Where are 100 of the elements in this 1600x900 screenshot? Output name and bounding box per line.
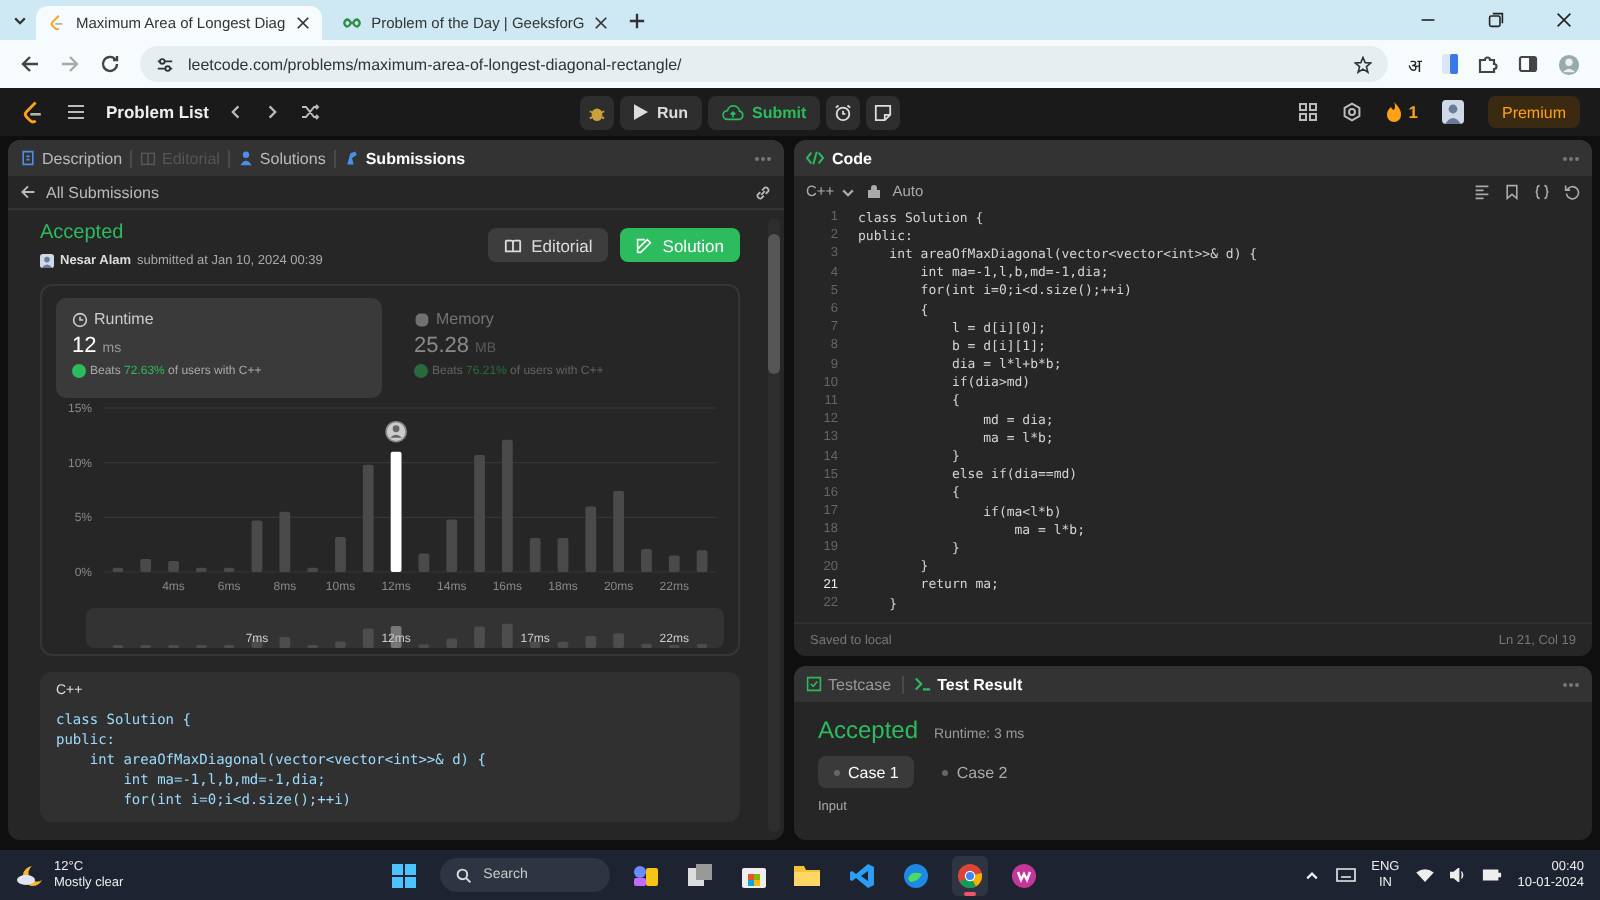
bar (112, 567, 124, 572)
notes-button[interactable] (866, 95, 901, 129)
avatar-icon (385, 420, 407, 443)
shuffle-icon[interactable] (300, 102, 321, 122)
console-tab[interactable]: Testcase (806, 675, 892, 693)
cloud-upload-icon (722, 103, 745, 121)
bar (613, 491, 625, 572)
panel-tab[interactable]: Submissions (343, 149, 466, 167)
tab-icon (343, 150, 360, 166)
alarm-clock-icon (834, 103, 853, 121)
problem-list-link[interactable]: Problem List (106, 102, 209, 122)
link-icon[interactable] (754, 183, 772, 201)
book-icon (503, 237, 522, 253)
bar (223, 567, 235, 572)
play-icon (634, 104, 649, 120)
author-avatar-icon (40, 254, 54, 268)
panel-tab[interactable]: Description (20, 149, 123, 167)
bar (641, 549, 652, 572)
case-tab[interactable]: Case 2 (926, 756, 1024, 788)
stat-value: 12 (72, 334, 97, 358)
shopping-bag-icon[interactable] (741, 863, 766, 887)
status-text: Accepted (40, 222, 126, 244)
bar (362, 464, 374, 572)
sidebar-icon[interactable] (1518, 54, 1538, 74)
braces-icon[interactable] (1534, 183, 1550, 199)
back-arrow-icon[interactable] (20, 184, 36, 200)
bookmark-icon[interactable] (1504, 183, 1520, 199)
close-icon[interactable] (295, 16, 310, 30)
run-button[interactable]: Run (620, 95, 703, 129)
reset-icon[interactable] (1564, 183, 1580, 199)
panel-title: Code (832, 149, 872, 167)
bar (168, 561, 179, 572)
next-icon[interactable] (264, 104, 281, 120)
widgets-icon[interactable] (629, 861, 662, 889)
streak-count: 1 (1408, 102, 1418, 122)
console-tab[interactable]: Test Result (913, 675, 1023, 693)
timer-button[interactable] (826, 95, 861, 129)
back-icon[interactable] (20, 54, 40, 74)
speaker-icon[interactable] (1449, 868, 1466, 882)
code-editor-icon[interactable] (849, 863, 874, 887)
all-submissions-link[interactable]: All Submissions (46, 183, 159, 201)
search-icon (455, 867, 472, 883)
stat-value: 25.28 (414, 334, 470, 358)
star-icon[interactable] (1354, 55, 1372, 73)
more-icon[interactable] (754, 155, 772, 161)
lock-icon (868, 184, 881, 198)
submit-button[interactable]: Submit (708, 95, 821, 129)
puzzle-icon[interactable] (1478, 54, 1498, 74)
app-logo-icon[interactable] (1011, 863, 1036, 887)
document-icon[interactable] (1442, 54, 1458, 74)
settings-icon[interactable] (1342, 102, 1363, 122)
reload-icon[interactable] (100, 54, 120, 74)
bar (251, 520, 263, 572)
close-icon[interactable] (594, 16, 609, 30)
stat-title: Runtime (94, 310, 154, 328)
keyboard-icon[interactable] (1335, 868, 1356, 882)
new-tab-icon[interactable] (628, 11, 647, 29)
chevron-up-icon[interactable] (1303, 867, 1320, 883)
bar (418, 553, 430, 572)
premium-button[interactable]: Premium (1487, 96, 1580, 128)
browser-wave-icon[interactable] (903, 863, 928, 887)
site-settings-icon[interactable] (156, 55, 174, 73)
scrollbar[interactable] (768, 218, 780, 832)
tab-icon (140, 150, 157, 166)
url-text: leetcode.com/problems/maximum-area-of-longest-diagonal-rectangle/ (188, 55, 684, 73)
user-avatar-icon[interactable] (1441, 100, 1464, 124)
tab-icon (237, 150, 254, 166)
case-tab[interactable]: Case 1 (818, 756, 915, 788)
list-icon (66, 102, 86, 122)
tab-search-icon[interactable] (12, 12, 28, 28)
tab-icon (20, 150, 36, 166)
address-bar[interactable]: leetcode.com/problems/maximum-area-of-longest-diagonal-rectangle/ (140, 46, 1388, 82)
more-icon[interactable] (1562, 681, 1580, 687)
highlighted-bar (390, 451, 402, 572)
leetcode-logo-icon (20, 99, 46, 125)
format-icon[interactable] (1474, 183, 1490, 199)
windows-logo-icon (391, 863, 416, 887)
editorial-button[interactable]: Editorial (487, 228, 609, 262)
translate-extension[interactable]: अ (1408, 51, 1422, 77)
previous-icon[interactable] (228, 104, 245, 120)
terminal-icon (913, 676, 932, 692)
panel-tab[interactable]: Solutions (237, 149, 326, 167)
folder-icon[interactable] (794, 864, 821, 886)
bar (501, 439, 513, 572)
checkbox-icon (806, 676, 822, 692)
bar (474, 455, 485, 572)
chrome-browser-icon[interactable] (957, 863, 982, 887)
bar (696, 550, 708, 572)
moon-cloud-icon (16, 863, 44, 887)
wifi-icon[interactable] (1415, 868, 1434, 882)
bar (140, 558, 152, 572)
code-icon (806, 150, 824, 166)
restore-icon[interactable] (1488, 12, 1504, 28)
clock-icon (72, 311, 88, 327)
battery-icon[interactable] (1481, 868, 1502, 882)
close-icon[interactable] (1556, 12, 1572, 28)
task-view-icon[interactable] (687, 863, 712, 887)
grid-icon[interactable] (1298, 102, 1319, 122)
debug-button[interactable] (580, 95, 615, 129)
more-icon[interactable] (1562, 155, 1580, 161)
